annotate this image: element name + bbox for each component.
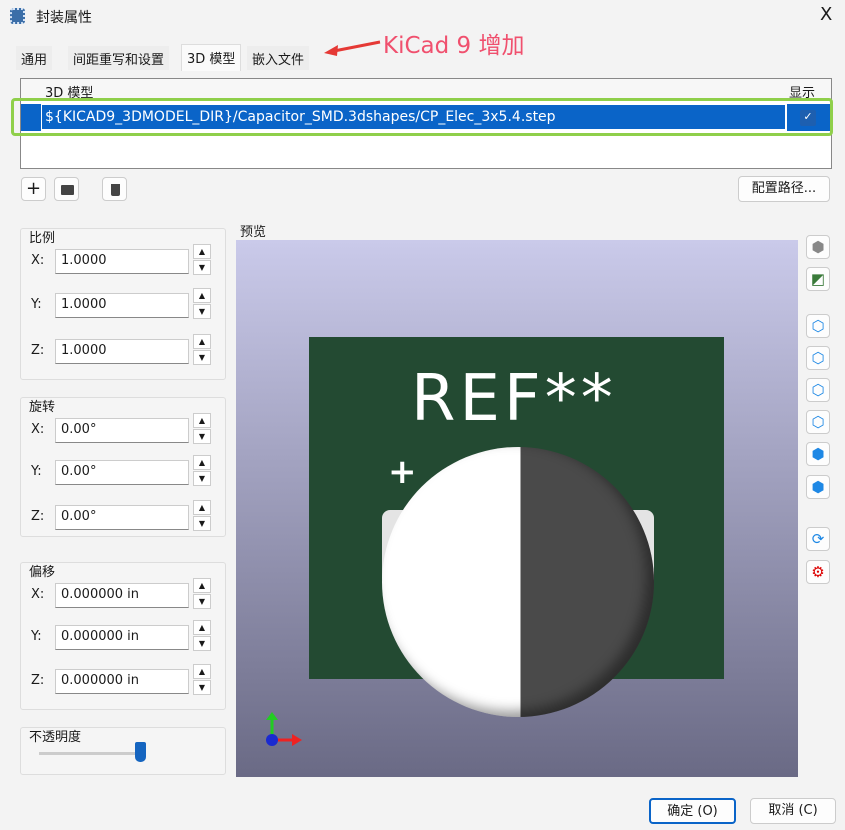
offset-y-down[interactable]: ▼	[193, 636, 211, 651]
scale-group: 比例 X: 1.0000 ▲ ▼ Y: 1.0000 ▲ ▼ Z: 1.0000 ▲…	[20, 228, 226, 380]
axis-gizmo-icon	[266, 712, 302, 746]
bbox-view-icon: ⬢	[811, 238, 825, 256]
app-icon	[10, 8, 25, 24]
offset-x-label: X:	[31, 587, 45, 602]
opacity-group: 不透明度	[20, 727, 226, 775]
scale-z-down[interactable]: ▼	[193, 350, 211, 365]
scale-x-label: X:	[31, 253, 45, 268]
view-back-button[interactable]: ⬡	[806, 346, 830, 370]
rotation-z-label: Z:	[31, 509, 45, 524]
ref-designator: REF**	[411, 362, 617, 436]
annotation-text: KiCad 9 增加	[383, 33, 525, 59]
scale-x-input[interactable]: 1.0000	[55, 249, 189, 274]
offset-group: 偏移 X: 0.000000 in ▲ ▼ Y: 0.000000 in ▲ ▼ Z…	[20, 562, 226, 710]
tab-general[interactable]: 通用	[16, 46, 53, 70]
opacity-slider-track[interactable]	[39, 752, 139, 755]
scale-y-up[interactable]: ▲	[193, 288, 211, 303]
tab-embedded-files[interactable]: 嵌入文件	[247, 46, 310, 70]
rotation-label: 旋转	[29, 400, 56, 415]
view-bottom-icon: ⬢	[811, 478, 825, 496]
rotation-z-input[interactable]: 0.00°	[55, 505, 189, 530]
offset-x-down[interactable]: ▼	[193, 594, 211, 609]
rotation-x-up[interactable]: ▲	[193, 413, 211, 428]
offset-z-up[interactable]: ▲	[193, 664, 211, 679]
trash-icon	[111, 184, 120, 196]
view-bottom-button[interactable]: ⬢	[806, 475, 830, 499]
configure-paths-button[interactable]: 配置路径...	[738, 176, 830, 202]
browse-folder-button[interactable]	[54, 177, 79, 201]
tab-clearance[interactable]: 间距重写和设置	[68, 46, 170, 70]
bbox-view-button[interactable]: ⬢	[806, 235, 830, 259]
rotation-y-input[interactable]: 0.00°	[55, 460, 189, 485]
board-view-button[interactable]: ◩	[806, 267, 830, 291]
offset-y-label: Y:	[31, 629, 42, 644]
rotation-group: 旋转 X: 0.00° ▲ ▼ Y: 0.00° ▲ ▼ Z: 0.00° ▲ ▼	[20, 397, 226, 537]
offset-y-up[interactable]: ▲	[193, 620, 211, 635]
scale-z-input[interactable]: 1.0000	[55, 339, 189, 364]
settings-button[interactable]: ⚙	[806, 560, 830, 584]
rotation-y-down[interactable]: ▼	[193, 471, 211, 486]
scale-label: 比例	[29, 231, 56, 246]
ok-button[interactable]: 确定 (O)	[649, 798, 736, 824]
offset-y-input[interactable]: 0.000000 in	[55, 625, 189, 650]
board-view-icon: ◩	[810, 270, 826, 288]
rotation-y-label: Y:	[31, 464, 42, 479]
scale-x-up[interactable]: ▲	[193, 244, 211, 259]
rotation-x-down[interactable]: ▼	[193, 429, 211, 444]
view-right-icon: ⬡	[811, 413, 825, 431]
rotation-x-input[interactable]: 0.00°	[55, 418, 189, 443]
view-left-icon: ⬡	[811, 381, 825, 399]
capacitor-body	[382, 447, 654, 717]
offset-x-up[interactable]: ▲	[193, 578, 211, 593]
view-back-icon: ⬡	[811, 349, 825, 367]
view-front-button[interactable]: ⬡	[806, 314, 830, 338]
opacity-slider-thumb[interactable]	[135, 742, 146, 762]
settings-icon: ⚙	[811, 563, 825, 581]
annotation-arrow-icon	[324, 40, 381, 56]
tab-3d-model[interactable]: 3D 模型	[181, 44, 242, 71]
preview-label: 预览	[240, 225, 267, 240]
opacity-label: 不透明度	[29, 730, 82, 745]
view-left-button[interactable]: ⬡	[806, 378, 830, 402]
offset-z-label: Z:	[31, 673, 45, 688]
view-right-button[interactable]: ⬡	[806, 410, 830, 434]
reload-button[interactable]: ⟳	[806, 527, 830, 551]
scale-y-label: Y:	[31, 297, 42, 312]
close-button[interactable]: X	[820, 4, 832, 25]
reload-icon: ⟳	[811, 530, 825, 548]
folder-icon	[61, 185, 74, 195]
rotation-y-up[interactable]: ▲	[193, 455, 211, 470]
polarity-mark: +	[388, 452, 417, 492]
scale-z-label: Z:	[31, 343, 45, 358]
offset-z-down[interactable]: ▼	[193, 680, 211, 695]
scale-y-input[interactable]: 1.0000	[55, 293, 189, 318]
add-model-button[interactable]: +	[21, 177, 46, 201]
scale-z-up[interactable]: ▲	[193, 334, 211, 349]
rotation-x-label: X:	[31, 422, 45, 437]
view-front-icon: ⬡	[811, 317, 825, 335]
view-top-icon: ⬢	[811, 445, 825, 463]
view-top-button[interactable]: ⬢	[806, 442, 830, 466]
offset-z-input[interactable]: 0.000000 in	[55, 669, 189, 694]
delete-model-button[interactable]	[102, 177, 127, 201]
preview-canvas[interactable]: REF** +	[236, 240, 798, 777]
rotation-z-up[interactable]: ▲	[193, 500, 211, 515]
offset-x-input[interactable]: 0.000000 in	[55, 583, 189, 608]
scale-x-down[interactable]: ▼	[193, 260, 211, 275]
cancel-button[interactable]: 取消 (C)	[750, 798, 836, 824]
highlight-box	[11, 98, 833, 136]
scale-y-down[interactable]: ▼	[193, 304, 211, 319]
rotation-z-down[interactable]: ▼	[193, 516, 211, 531]
offset-label: 偏移	[29, 565, 56, 580]
window-title: 封装属性	[36, 10, 92, 26]
